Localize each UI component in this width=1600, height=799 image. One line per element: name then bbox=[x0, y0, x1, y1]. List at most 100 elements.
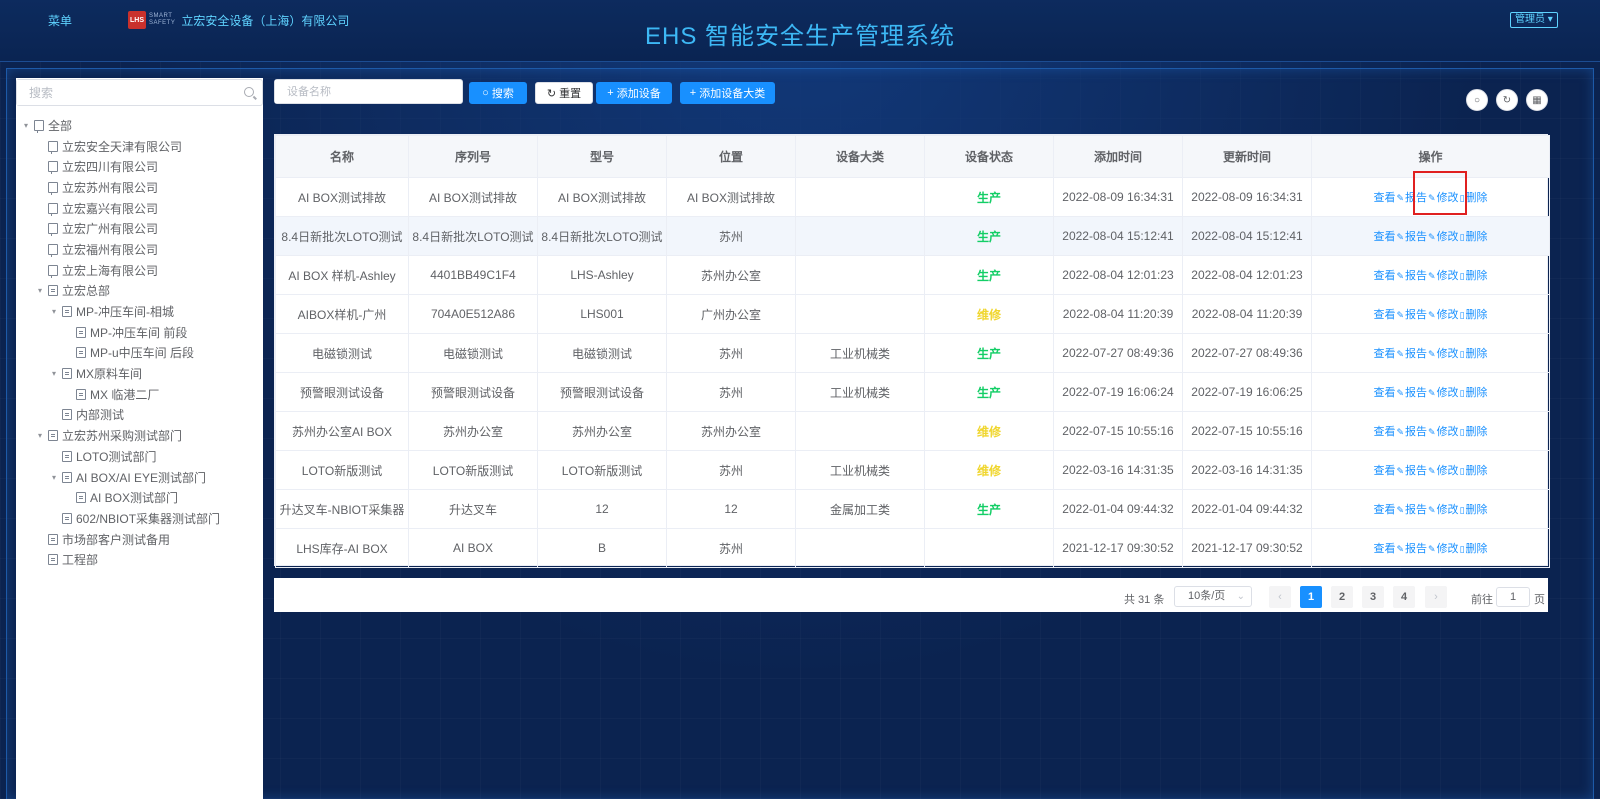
report-button[interactable]: ✎报告 bbox=[1396, 306, 1427, 322]
tree-node[interactable]: ▾立宏广州有限公司 bbox=[16, 218, 263, 239]
report-button[interactable]: ✎报告 bbox=[1396, 267, 1427, 283]
delete-button[interactable]: ▯删除 bbox=[1460, 345, 1488, 361]
page-button[interactable]: 1 bbox=[1300, 586, 1322, 608]
tree-node[interactable]: ▾立宏苏州有限公司 bbox=[16, 177, 263, 198]
view-button[interactable]: 查看 bbox=[1373, 423, 1395, 439]
doc-icon bbox=[62, 450, 72, 462]
page-button[interactable]: 2 bbox=[1331, 586, 1353, 608]
edit-button[interactable]: ✎修改 bbox=[1428, 462, 1459, 478]
search-icon[interactable] bbox=[244, 87, 254, 97]
edit-button[interactable]: ✎修改 bbox=[1428, 228, 1459, 244]
tree-node[interactable]: ▾ MX原料车间 bbox=[16, 363, 263, 384]
delete-button[interactable]: ▯删除 bbox=[1460, 501, 1488, 517]
caret-down-icon[interactable]: ▾ bbox=[48, 369, 60, 378]
tree-node[interactable]: ▾内部测试 bbox=[16, 405, 263, 426]
view-button[interactable]: 查看 bbox=[1373, 267, 1395, 283]
add-device-label: 添加设备 bbox=[616, 88, 661, 100]
delete-button[interactable]: ▯删除 bbox=[1460, 540, 1488, 556]
page-button[interactable]: 4 bbox=[1393, 586, 1415, 608]
edit-button[interactable]: ✎修改 bbox=[1428, 423, 1459, 439]
view-button[interactable]: 查看 bbox=[1373, 306, 1395, 322]
tree-node[interactable]: ▾立宏嘉兴有限公司 bbox=[16, 198, 263, 219]
tree-node[interactable]: ▾MX 临港二厂 bbox=[16, 384, 263, 405]
delete-button[interactable]: ▯删除 bbox=[1460, 306, 1488, 322]
tree-node[interactable]: ▾立宏四川有限公司 bbox=[16, 156, 263, 177]
report-button[interactable]: ✎报告 bbox=[1396, 540, 1427, 556]
refresh-button[interactable]: ↻ bbox=[1496, 89, 1518, 111]
tree-node[interactable]: ▾ 全部 bbox=[16, 115, 263, 136]
view-button-label: 查看 bbox=[1373, 543, 1396, 555]
edit-button[interactable]: ✎修改 bbox=[1428, 384, 1459, 400]
caret-down-icon[interactable]: ▾ bbox=[34, 286, 46, 295]
view-button[interactable]: 查看 bbox=[1373, 540, 1395, 556]
caret-down-icon[interactable]: ▾ bbox=[48, 307, 60, 316]
prev-page-button[interactable]: ‹ bbox=[1269, 586, 1291, 608]
tree-node[interactable]: ▾工程部 bbox=[16, 549, 263, 570]
edit-button[interactable]: ✎修改 bbox=[1428, 501, 1459, 517]
edit-button[interactable]: ✎修改 bbox=[1428, 540, 1459, 556]
caret-down-icon[interactable]: ▾ bbox=[34, 431, 46, 440]
next-page-button[interactable]: › bbox=[1425, 586, 1447, 608]
caret-down-icon[interactable]: ▾ bbox=[20, 121, 32, 130]
user-menu-button[interactable]: 管理员 ▾ bbox=[1510, 12, 1558, 28]
edit-button[interactable]: ✎修改 bbox=[1428, 189, 1459, 205]
report-button[interactable]: ✎报告 bbox=[1396, 189, 1427, 205]
delete-button[interactable]: ▯删除 bbox=[1460, 423, 1488, 439]
delete-button[interactable]: ▯删除 bbox=[1460, 189, 1488, 205]
add-category-button[interactable]: + 添加设备大类 bbox=[680, 82, 775, 104]
delete-button[interactable]: ▯删除 bbox=[1460, 228, 1488, 244]
report-button[interactable]: ✎报告 bbox=[1396, 345, 1427, 361]
trash-icon: ▯ bbox=[1459, 193, 1465, 203]
device-name-input[interactable] bbox=[275, 80, 460, 103]
view-button[interactable]: 查看 bbox=[1373, 228, 1395, 244]
view-button[interactable]: 查看 bbox=[1373, 345, 1395, 361]
edit-button[interactable]: ✎修改 bbox=[1428, 306, 1459, 322]
tree-node[interactable]: ▾ 立宏总部 bbox=[16, 281, 263, 302]
tree-node[interactable]: ▾立宏福州有限公司 bbox=[16, 239, 263, 260]
tree-node[interactable]: ▾AI BOX测试部门 bbox=[16, 487, 263, 508]
delete-button-label: 删除 bbox=[1465, 231, 1488, 243]
goto-page-input[interactable]: 1 bbox=[1496, 587, 1530, 607]
caret-down-icon[interactable]: ▾ bbox=[48, 473, 60, 482]
tree-node[interactable]: ▾立宏上海有限公司 bbox=[16, 260, 263, 281]
view-button[interactable]: 查看 bbox=[1373, 384, 1395, 400]
report-button[interactable]: ✎报告 bbox=[1396, 501, 1427, 517]
report-button[interactable]: ✎报告 bbox=[1396, 462, 1427, 478]
tree-node[interactable]: ▾市场部客户测试备用 bbox=[16, 529, 263, 550]
tree-node[interactable]: ▾ AI BOX/AI EYE测试部门 bbox=[16, 467, 263, 488]
tree-node[interactable]: ▾立宏安全天津有限公司 bbox=[16, 136, 263, 157]
add-device-button[interactable]: + 添加设备 bbox=[596, 82, 672, 104]
delete-button[interactable]: ▯删除 bbox=[1460, 267, 1488, 283]
tree-node[interactable]: ▾MP-u中压车间 后段 bbox=[16, 343, 263, 364]
tree-node-label: 立宏苏州采购测试部门 bbox=[62, 429, 183, 444]
delete-button[interactable]: ▯删除 bbox=[1460, 462, 1488, 478]
cell-category bbox=[795, 411, 925, 451]
report-button[interactable]: ✎报告 bbox=[1396, 384, 1427, 400]
report-button[interactable]: ✎报告 bbox=[1396, 228, 1427, 244]
cell-status: 生产 bbox=[924, 216, 1054, 256]
edit-button[interactable]: ✎修改 bbox=[1428, 345, 1459, 361]
sidebar-search-input[interactable] bbox=[17, 80, 237, 105]
doc-icon bbox=[62, 306, 72, 318]
view-button[interactable]: 查看 bbox=[1373, 462, 1395, 478]
view-button[interactable]: 查看 bbox=[1373, 501, 1395, 517]
columns-button[interactable]: ▦ bbox=[1526, 89, 1548, 111]
tree-node[interactable]: ▾LOTO测试部门 bbox=[16, 446, 263, 467]
tree-node[interactable]: ▾ MP-冲压车间-相城 bbox=[16, 301, 263, 322]
edit-button[interactable]: ✎修改 bbox=[1428, 267, 1459, 283]
reset-button[interactable]: ↻ 重置 bbox=[535, 82, 593, 104]
tree-node[interactable]: ▾ 立宏苏州采购测试部门 bbox=[16, 425, 263, 446]
page-size-select[interactable]: 10条/页 ⌄ bbox=[1174, 586, 1252, 607]
search-button[interactable]: ○ 搜索 bbox=[469, 82, 527, 104]
pencil-icon: ✎ bbox=[1396, 505, 1405, 515]
delete-button[interactable]: ▯删除 bbox=[1460, 384, 1488, 400]
toggle-search-button[interactable]: ○ bbox=[1466, 89, 1488, 111]
view-button[interactable]: 查看 bbox=[1373, 189, 1395, 205]
report-button-label: 报告 bbox=[1405, 387, 1428, 399]
cell-status: 生产 bbox=[924, 489, 1054, 529]
tree-node[interactable]: ▾MP-冲压车间 前段 bbox=[16, 322, 263, 343]
page-button[interactable]: 3 bbox=[1362, 586, 1384, 608]
tree-node[interactable]: ▾602/NBIOT采集器测试部门 bbox=[16, 508, 263, 529]
doc-icon bbox=[48, 533, 58, 545]
report-button[interactable]: ✎报告 bbox=[1396, 423, 1427, 439]
